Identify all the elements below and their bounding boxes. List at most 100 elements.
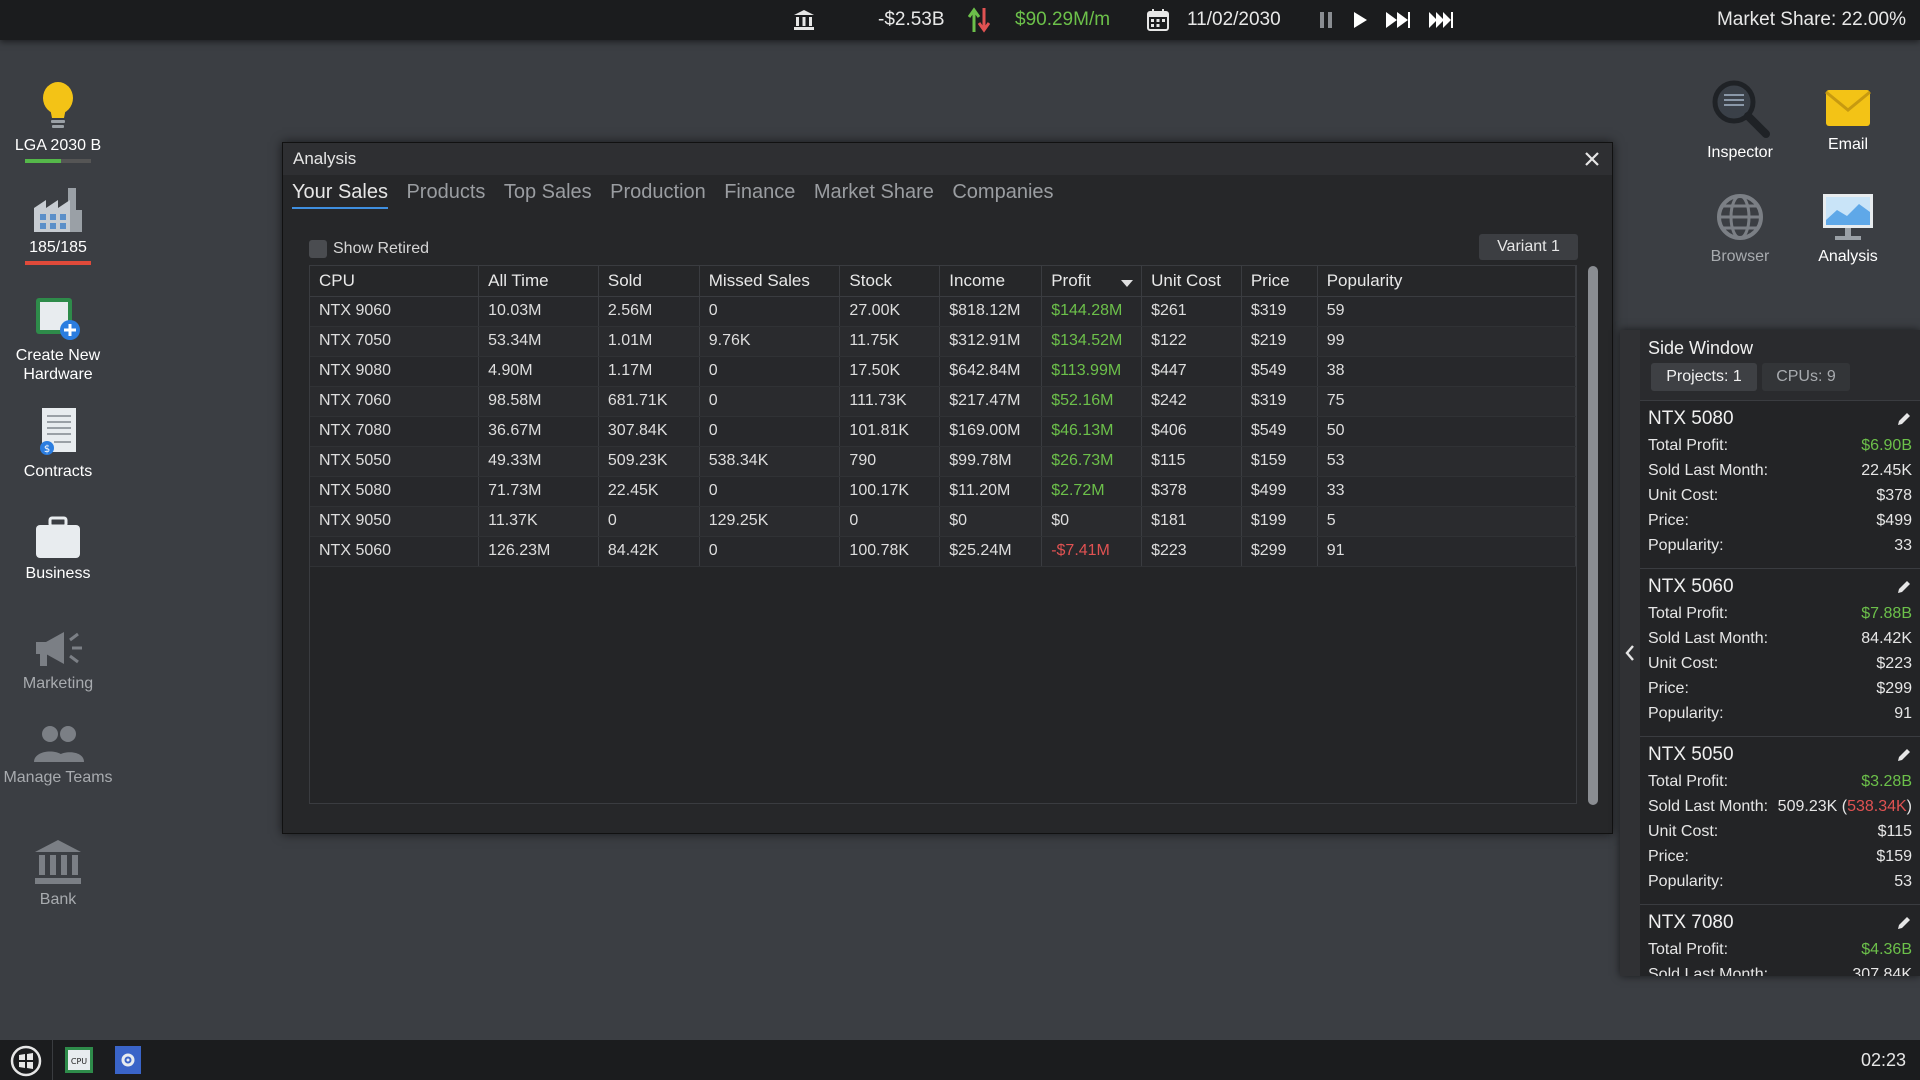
launcher-factory[interactable]: 185/185 bbox=[0, 186, 116, 265]
launcher-business[interactable]: Business bbox=[0, 516, 116, 583]
kv-label: Unit Cost: bbox=[1648, 655, 1719, 672]
column-header-cpu[interactable]: CPU bbox=[310, 266, 480, 297]
tab-cpus[interactable]: CPUs: 9 bbox=[1762, 363, 1850, 391]
project-card[interactable]: NTX 7080 Total Profit: $4.36B Sold Last Mon… bbox=[1640, 904, 1920, 976]
launcher-browser[interactable]: Browser bbox=[1685, 192, 1795, 266]
fastest-forward-icon[interactable] bbox=[1428, 0, 1454, 40]
sold-value: 84.42K bbox=[1861, 630, 1912, 647]
close-icon[interactable] bbox=[1582, 149, 1602, 169]
project-card[interactable]: NTX 5080 Total Profit: $6.90B Sold Last Mon… bbox=[1640, 400, 1920, 568]
variant-button[interactable]: Variant 1 bbox=[1479, 234, 1578, 260]
cpu-app-icon[interactable]: CPU bbox=[64, 1046, 94, 1074]
launcher-email[interactable]: Email bbox=[1793, 86, 1903, 154]
cell-price: $499 bbox=[1241, 476, 1318, 507]
tab-your-sales[interactable]: Your Sales bbox=[292, 181, 388, 209]
cell-profit: $134.52M bbox=[1041, 326, 1143, 357]
project-card[interactable]: NTX 5060 Total Profit: $7.88B Sold Last Mon… bbox=[1640, 568, 1920, 736]
tab-production[interactable]: Production bbox=[610, 181, 706, 207]
column-header-sold[interactable]: Sold bbox=[598, 266, 700, 297]
globe-icon bbox=[1717, 194, 1763, 240]
cell-stock: 100.17K bbox=[839, 476, 941, 507]
kv-label: Price: bbox=[1648, 848, 1689, 865]
table-row[interactable]: NTX 9060 10.03M 2.56M 0 27.00K $818.12M $144.2… bbox=[310, 296, 1576, 327]
edit-pencil-icon[interactable] bbox=[1896, 747, 1912, 763]
bank-balance-icon[interactable] bbox=[792, 0, 816, 40]
cell-popularity: 53 bbox=[1317, 446, 1576, 477]
settings-app-icon[interactable] bbox=[114, 1045, 142, 1075]
cell-profit: $113.99M bbox=[1041, 356, 1143, 387]
cell-stock: 27.00K bbox=[839, 296, 941, 327]
show-retired-toggle[interactable]: Show Retired bbox=[309, 240, 429, 258]
launcher-bank[interactable]: Bank bbox=[0, 838, 116, 909]
launcher-contracts[interactable]: $ Contracts bbox=[0, 406, 116, 481]
table-row[interactable]: NTX 5060 126.23M 84.42K 0 100.78K $25.24M -$7.… bbox=[310, 536, 1576, 567]
cell-missed-sales: 0 bbox=[699, 536, 841, 567]
launcher-inspector[interactable]: Inspector bbox=[1685, 78, 1795, 162]
launcher-manage-teams[interactable]: Manage Teams bbox=[0, 724, 116, 787]
income-rate-value: $90.29M/m bbox=[1015, 9, 1111, 30]
column-header-all-time[interactable]: All Time bbox=[478, 266, 599, 297]
table-row[interactable]: NTX 7080 36.67M 307.84K 0 101.81K $169.00M $46… bbox=[310, 416, 1576, 447]
cell-price: $219 bbox=[1241, 326, 1318, 357]
cell-sold: 1.17M bbox=[598, 356, 700, 387]
table-row[interactable]: NTX 5050 49.33M 509.23K 538.34K 790 $99.78M $2… bbox=[310, 446, 1576, 477]
column-header-popularity[interactable]: Popularity bbox=[1317, 266, 1576, 297]
cell-cpu: NTX 9060 bbox=[310, 296, 480, 327]
play-icon[interactable] bbox=[1352, 0, 1368, 40]
table-row[interactable]: NTX 9080 4.90M 1.17M 0 17.50K $642.84M $113.99… bbox=[310, 356, 1576, 387]
launcher-label: Analysis bbox=[1818, 248, 1878, 265]
show-retired-checkbox[interactable] bbox=[309, 240, 327, 258]
launcher-marketing[interactable]: Marketing bbox=[0, 626, 116, 693]
column-header-missed-sales[interactable]: Missed Sales bbox=[699, 266, 841, 297]
cell-cpu: NTX 7060 bbox=[310, 386, 480, 417]
table-row[interactable]: NTX 7060 98.58M 681.71K 0 111.73K $217.47M $52… bbox=[310, 386, 1576, 417]
fast-forward-icon[interactable] bbox=[1385, 0, 1411, 40]
cell-price: $199 bbox=[1241, 506, 1318, 537]
table-row[interactable]: NTX 9050 11.37K 0 129.25K 0 $0 $0 $181 $199 5 bbox=[310, 506, 1576, 537]
table-scrollbar[interactable] bbox=[1588, 266, 1598, 805]
kv-label: Sold Last Month: bbox=[1648, 462, 1769, 479]
column-header-profit[interactable]: Profit bbox=[1041, 266, 1143, 297]
kv-label: Total Profit: bbox=[1648, 941, 1729, 958]
cell-stock: 101.81K bbox=[839, 416, 941, 447]
kv-label: Popularity: bbox=[1648, 537, 1724, 554]
cell-missed-sales: 9.76K bbox=[699, 326, 841, 357]
pause-icon[interactable] bbox=[1318, 0, 1334, 40]
scrollbar-thumb[interactable] bbox=[1588, 266, 1598, 805]
tab-companies[interactable]: Companies bbox=[952, 181, 1053, 207]
total-profit-value: $7.88B bbox=[1861, 605, 1912, 622]
column-header-stock[interactable]: Stock bbox=[839, 266, 941, 297]
edit-pencil-icon[interactable] bbox=[1896, 579, 1912, 595]
svg-text:CPU: CPU bbox=[71, 1057, 87, 1066]
cell-unit-cost: $447 bbox=[1141, 356, 1242, 387]
side-window-collapse-handle[interactable] bbox=[1620, 330, 1640, 976]
cell-unit-cost: $378 bbox=[1141, 476, 1242, 507]
launcher-create-new-hardware[interactable]: Create New Hardware bbox=[0, 296, 116, 384]
total-profit-value: $6.90B bbox=[1861, 437, 1912, 454]
price-value: $499 bbox=[1876, 512, 1912, 529]
cell-unit-cost: $261 bbox=[1141, 296, 1242, 327]
calendar-icon[interactable] bbox=[1146, 0, 1170, 40]
column-header-income[interactable]: Income bbox=[939, 266, 1043, 297]
launcher-analysis[interactable]: Analysis bbox=[1793, 192, 1903, 266]
edit-pencil-icon[interactable] bbox=[1896, 915, 1912, 931]
empty-row bbox=[310, 716, 1576, 746]
table-row[interactable]: NTX 7050 53.34M 1.01M 9.76K 11.75K $312.91M $1… bbox=[310, 326, 1576, 357]
tab-top-sales[interactable]: Top Sales bbox=[504, 181, 592, 207]
tab-projects[interactable]: Projects: 1 bbox=[1651, 363, 1757, 391]
tab-finance[interactable]: Finance bbox=[724, 181, 795, 207]
edit-pencil-icon[interactable] bbox=[1896, 411, 1912, 427]
launcher-label: LGA 2030 B bbox=[14, 137, 102, 154]
tab-market-share[interactable]: Market Share bbox=[814, 181, 934, 207]
unit-cost-value: $115 bbox=[1877, 823, 1912, 840]
table-row[interactable]: NTX 5080 71.73M 22.45K 0 100.17K $11.20M $2.72… bbox=[310, 476, 1576, 507]
column-header-unit-cost[interactable]: Unit Cost bbox=[1141, 266, 1242, 297]
analysis-window: Analysis Your Sales Products Top Sales P… bbox=[282, 142, 1613, 834]
start-icon[interactable] bbox=[10, 1045, 42, 1077]
project-card[interactable]: NTX 5050 Total Profit: $3.28B Sold Last Mon… bbox=[1640, 736, 1920, 904]
launcher-lga-2030-b[interactable]: LGA 2030 B bbox=[0, 80, 116, 163]
side-window-cards: NTX 5080 Total Profit: $6.90B Sold Last Mon… bbox=[1640, 400, 1920, 976]
total-profit-row: Total Profit: $4.36B bbox=[1648, 937, 1912, 962]
tab-products[interactable]: Products bbox=[406, 181, 485, 207]
column-header-price[interactable]: Price bbox=[1241, 266, 1318, 297]
